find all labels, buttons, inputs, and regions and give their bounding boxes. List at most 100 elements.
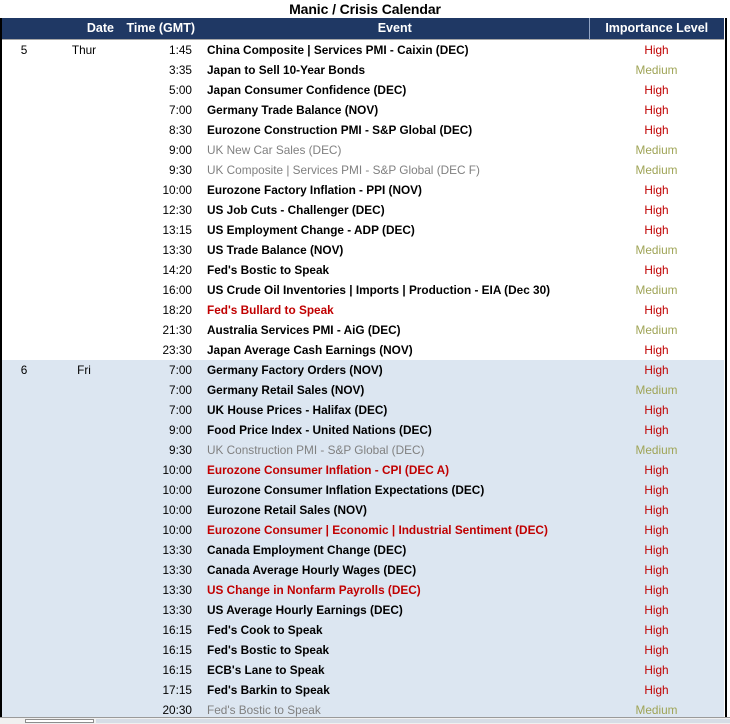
calendar-row[interactable]: 23:30 Japan Average Cash Earnings (NOV) Hi… [0,340,724,360]
cell-event: Fed's Bostic to Speak [201,260,589,280]
cell-time: 3:35 [120,60,201,80]
cell-time: 9:30 [120,440,201,460]
calendar-row[interactable]: 8:30 Eurozone Construction PMI - S&P Glob… [0,120,724,140]
cell-event: Fed's Cook to Speak [201,620,589,640]
cell-importance: High [589,460,724,480]
calendar-row[interactable]: 13:30 Canada Employment Change (DEC) High [0,540,724,560]
column-header-time[interactable]: Time (GMT) [120,18,201,40]
cell-importance: Medium [589,140,724,160]
cell-importance: Medium [589,440,724,460]
cell-event: Japan Consumer Confidence (DEC) [201,80,589,100]
cell-time: 21:30 [120,320,201,340]
calendar-row[interactable]: 7:00 UK House Prices - Halifax (DEC) High [0,400,724,420]
cell-day [0,160,48,180]
cell-event: Fed's Bostic to Speak [201,640,589,660]
cell-event: US Change in Nonfarm Payrolls (DEC) [201,580,589,600]
column-header-importance[interactable]: Importance Level [588,18,724,40]
cell-weekday [48,480,120,500]
cell-importance: Medium [589,280,724,300]
calendar-row[interactable]: 12:30 US Job Cuts - Challenger (DEC) High [0,200,724,220]
cell-time: 7:00 [120,100,201,120]
cell-weekday [48,400,120,420]
calendar-row[interactable]: 13:30 US Trade Balance (NOV) Medium [0,240,724,260]
cell-time: 10:00 [120,500,201,520]
calendar-row[interactable]: 16:15 Fed's Cook to Speak High [0,620,724,640]
calendar-row[interactable]: 10:00 Eurozone Consumer Inflation Expecta… [0,480,724,500]
cell-day [0,500,48,520]
cell-time: 7:00 [120,380,201,400]
cell-day [0,460,48,480]
column-header-date[interactable]: Date [0,18,120,40]
horizontal-scrollbar[interactable] [0,717,730,724]
calendar-row[interactable]: 5 Thur 1:45 China Composite | Services PMI … [0,39,724,60]
calendar-row[interactable]: 7:00 Germany Trade Balance (NOV) High [0,100,724,120]
calendar-row[interactable]: 9:00 Food Price Index - United Nations (D… [0,420,724,440]
cell-day [0,280,48,300]
calendar-row[interactable]: 10:00 Eurozone Factory Inflation - PPI (N… [0,180,724,200]
column-header-event[interactable]: Event [201,18,589,40]
cell-event: Australia Services PMI - AiG (DEC) [201,320,589,340]
cell-weekday [48,140,120,160]
cell-day [0,380,48,400]
calendar-row[interactable]: 13:30 US Average Hourly Earnings (DEC) Hig… [0,600,724,620]
cell-time: 14:20 [120,260,201,280]
calendar-row[interactable]: 21:30 Australia Services PMI - AiG (DEC) M… [0,320,724,340]
scrollbar-track[interactable] [96,719,730,723]
cell-weekday [48,160,120,180]
calendar-row[interactable]: 9:00 UK New Car Sales (DEC) Medium [0,140,724,160]
calendar-row[interactable]: 17:15 Fed's Barkin to Speak High [0,680,724,700]
cell-importance: High [589,360,724,380]
cell-time: 12:30 [120,200,201,220]
cell-weekday [48,340,120,360]
cell-event: ECB's Lane to Speak [201,660,589,680]
calendar-row[interactable]: 13:30 US Change in Nonfarm Payrolls (DEC)… [0,580,724,600]
cell-day [0,640,48,660]
calendar-row[interactable]: 3:35 Japan to Sell 10-Year Bonds Medium [0,60,724,80]
calendar-row[interactable]: 10:00 Eurozone Consumer | Economic | Indu… [0,520,724,540]
cell-time: 16:15 [120,660,201,680]
cell-time: 10:00 [120,460,201,480]
cell-importance: High [589,420,724,440]
calendar-row[interactable]: 9:30 UK Composite | Services PMI - S&P Gl… [0,160,724,180]
calendar-row[interactable]: 16:00 US Crude Oil Inventories | Imports … [0,280,724,300]
cell-weekday [48,540,120,560]
cell-time: 16:15 [120,640,201,660]
calendar-row[interactable]: 6 Fri 7:00 Germany Factory Orders (NOV) High [0,360,724,380]
cell-weekday [48,680,120,700]
cell-event: UK Composite | Services PMI - S&P Global… [201,160,589,180]
cell-day [0,80,48,100]
cell-weekday [48,420,120,440]
cell-day [0,600,48,620]
cell-weekday [48,460,120,480]
cell-importance: High [589,620,724,640]
cell-time: 13:30 [120,240,201,260]
calendar-row[interactable]: 14:20 Fed's Bostic to Speak High [0,260,724,280]
cell-weekday [48,380,120,400]
cell-importance: High [589,560,724,580]
scrollbar-thumb[interactable] [25,719,94,723]
calendar-row[interactable]: 10:00 Eurozone Consumer Inflation - CPI (… [0,460,724,480]
calendar-row[interactable]: 10:00 Eurozone Retail Sales (NOV) High [0,500,724,520]
cell-day [0,200,48,220]
cell-time: 13:30 [120,580,201,600]
calendar-row[interactable]: 5:00 Japan Consumer Confidence (DEC) High [0,80,724,100]
cell-event: Eurozone Consumer | Economic | Industria… [201,520,589,540]
cell-importance: High [589,520,724,540]
cell-time: 7:00 [120,400,201,420]
cell-importance: Medium [589,60,724,80]
cell-importance: High [589,580,724,600]
cell-time: 9:30 [120,160,201,180]
cell-event: Japan Average Cash Earnings (NOV) [201,340,589,360]
calendar-row[interactable]: 13:30 Canada Average Hourly Wages (DEC) Hi… [0,560,724,580]
calendar-row[interactable]: 13:15 US Employment Change - ADP (DEC) Hig… [0,220,724,240]
calendar-row[interactable]: 7:00 Germany Retail Sales (NOV) Medium [0,380,724,400]
calendar-row[interactable]: 16:15 ECB's Lane to Speak High [0,660,724,680]
cell-event: Eurozone Consumer Inflation - CPI (DEC A… [201,460,589,480]
calendar-row[interactable]: 16:15 Fed's Bostic to Speak High [0,640,724,660]
cell-weekday [48,620,120,640]
calendar-row[interactable]: 18:20 Fed's Bullard to Speak High [0,300,724,320]
cell-importance: High [589,300,724,320]
calendar-row[interactable]: 9:30 UK Construction PMI - S&P Global (DE… [0,440,724,460]
cell-importance: High [589,220,724,240]
cell-importance: Medium [589,240,724,260]
